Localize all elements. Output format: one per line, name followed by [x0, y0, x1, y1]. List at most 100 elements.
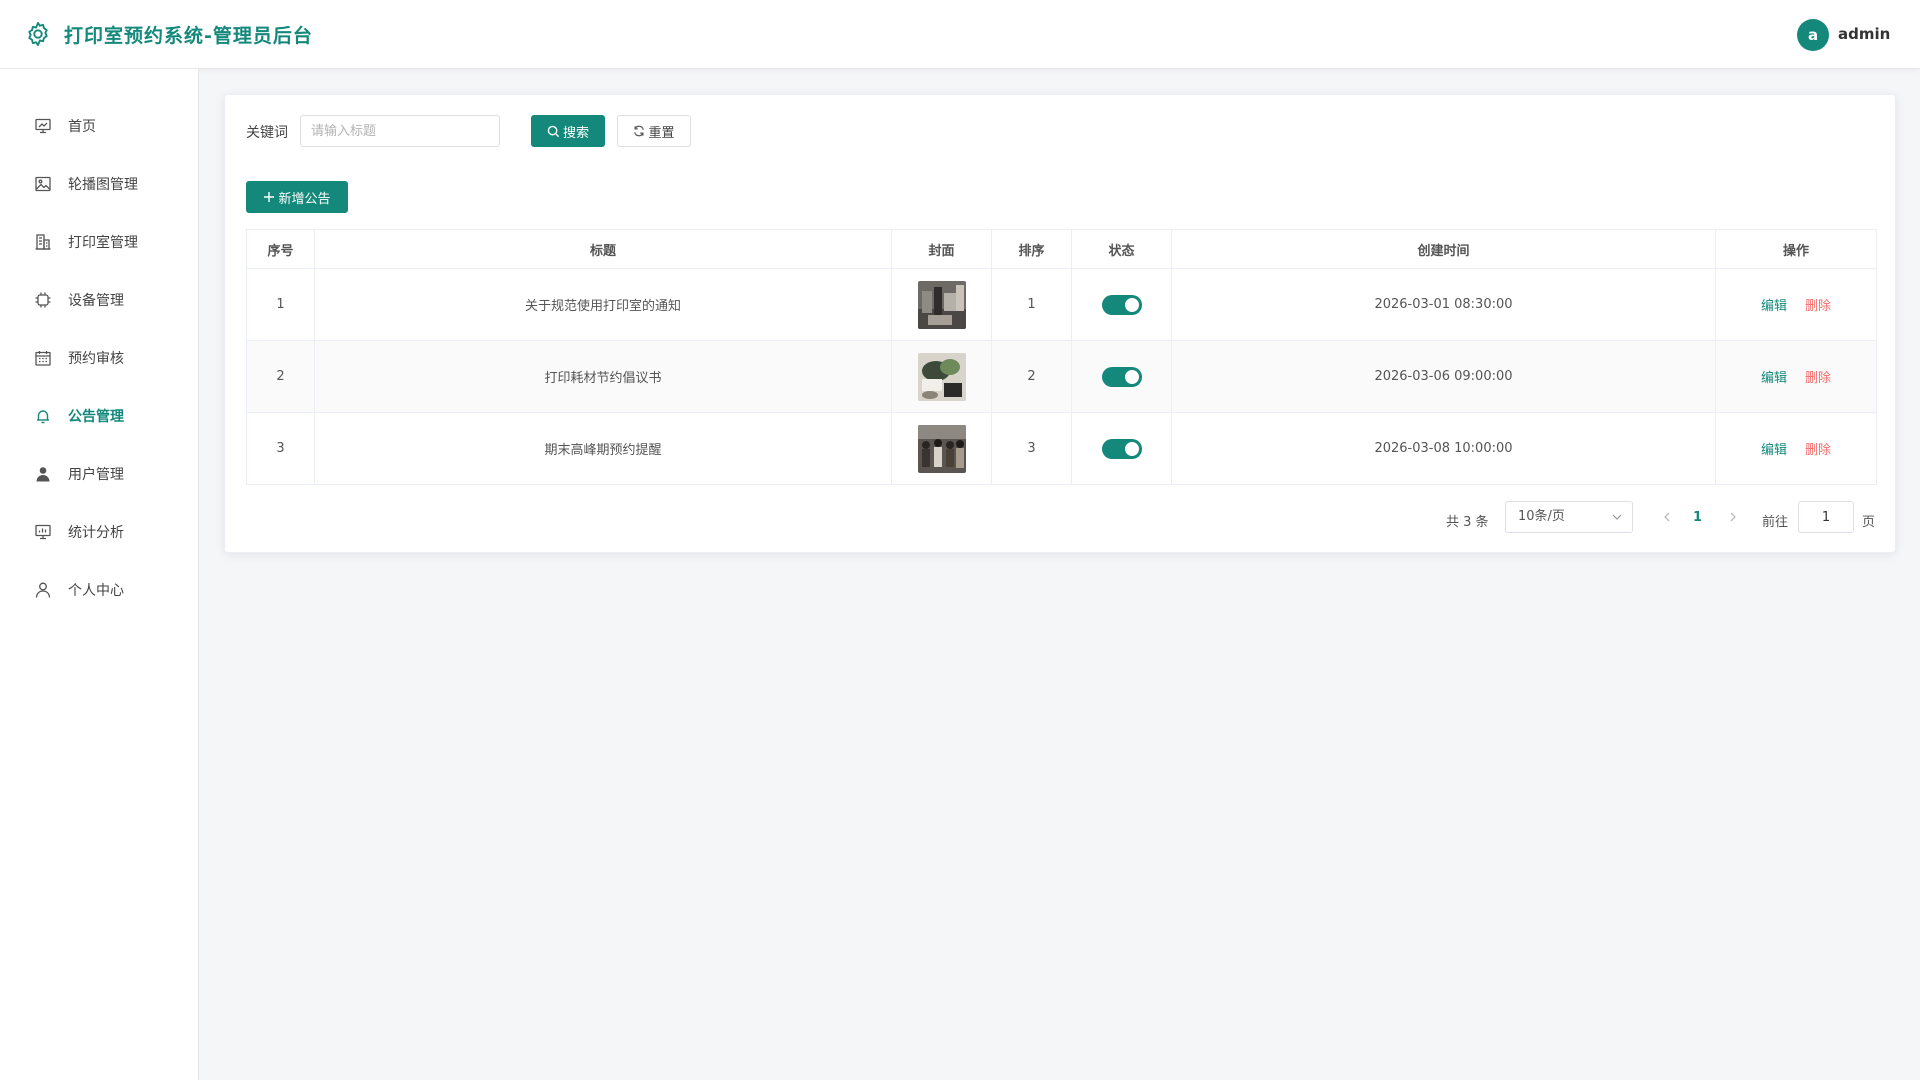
refresh-icon	[634, 125, 645, 137]
column-header-title[interactable]: 标题	[314, 229, 892, 269]
cell-cover	[891, 340, 992, 413]
edit-button[interactable]: 编辑	[1761, 443, 1787, 458]
plus-icon	[264, 192, 275, 202]
table-header-row: 序号 标题 封面 排序 状态 创建时间 操作	[246, 229, 1877, 269]
sidebar-item-print-room[interactable]: 打印室管理	[0, 213, 199, 271]
sidebar-item-label: 统计分析	[68, 525, 124, 541]
cell-status	[1071, 340, 1172, 413]
sidebar-item-home[interactable]: 首页	[0, 97, 199, 155]
column-header-index[interactable]: 序号	[246, 229, 315, 269]
chip-icon	[35, 292, 51, 308]
cell-actions: 编辑 删除	[1715, 412, 1877, 485]
cell-status	[1071, 268, 1172, 341]
delete-button[interactable]: 删除	[1805, 443, 1831, 458]
column-header-cover[interactable]: 封面	[891, 229, 992, 269]
search-icon	[547, 125, 560, 137]
bell-icon	[37, 410, 49, 424]
add-announcement-button[interactable]: 新增公告	[246, 181, 348, 213]
user-filled-icon	[36, 467, 50, 482]
sidebar-item-label: 公告管理	[68, 409, 124, 425]
chevron-left-icon[interactable]	[1659, 507, 1675, 527]
sidebar-item-label: 轮播图管理	[68, 177, 138, 193]
pagination-total: 共 3 条	[1446, 515, 1489, 530]
status-toggle[interactable]	[1101, 366, 1142, 387]
chart-board-icon	[35, 524, 51, 540]
cell-cover	[891, 268, 992, 341]
cell-title: 打印耗材节约倡议书	[314, 340, 892, 413]
reset-button-label: 重置	[648, 125, 675, 141]
column-header-status[interactable]: 状态	[1071, 229, 1172, 269]
cell-title: 期末高峰期预约提醒	[314, 412, 892, 485]
search-button[interactable]: 搜索	[531, 115, 605, 147]
reset-button[interactable]: 重置	[617, 115, 691, 147]
status-toggle[interactable]	[1101, 294, 1142, 315]
sidebar-item-label: 打印室管理	[68, 235, 138, 251]
cell-sort: 2	[991, 340, 1072, 413]
building-icon	[35, 234, 51, 250]
goto-page-input[interactable]	[1798, 501, 1854, 533]
chevron-down-icon	[1612, 514, 1622, 520]
column-header-actions[interactable]: 操作	[1715, 229, 1877, 269]
table-row: 3 期末高峰期预约提醒 3 2026-03-08 10:00:00 编辑 删除	[246, 412, 1877, 485]
cover-thumbnail[interactable]	[917, 280, 966, 329]
sidebar-item-label: 个人中心	[68, 583, 124, 599]
edit-button[interactable]: 编辑	[1761, 299, 1787, 314]
goto-label: 前往	[1762, 515, 1789, 530]
page-size-value: 10条/页	[1518, 509, 1565, 524]
edit-button[interactable]: 编辑	[1761, 371, 1787, 386]
top-header: 打印室预约系统-管理员后台 a admin	[0, 0, 1920, 69]
cell-index: 2	[246, 340, 315, 413]
column-header-created[interactable]: 创建时间	[1171, 229, 1716, 269]
cover-thumbnail[interactable]	[917, 424, 966, 473]
app-title: 打印室预约系统-管理员后台	[64, 25, 313, 47]
sidebar-item-label: 用户管理	[68, 467, 124, 483]
add-button-label: 新增公告	[278, 191, 331, 207]
cell-sort: 3	[991, 412, 1072, 485]
gear-icon	[28, 21, 48, 47]
cell-status	[1071, 412, 1172, 485]
cell-index: 1	[246, 268, 315, 341]
table-row: 1 关于规范使用打印室的通知 1 2026-03-01 08:30:00 编辑 …	[246, 268, 1877, 341]
sidebar-item-announcements[interactable]: 公告管理	[0, 387, 199, 445]
chevron-right-icon[interactable]	[1725, 507, 1741, 527]
cell-index: 3	[246, 412, 315, 485]
cell-actions: 编辑 删除	[1715, 268, 1877, 341]
column-header-sort[interactable]: 排序	[991, 229, 1072, 269]
announcement-table: 序号 标题 封面 排序 状态 创建时间 操作 1 关于规范使用打印室的通知 1 …	[246, 229, 1877, 485]
goto-suffix: 页	[1862, 515, 1876, 530]
sidebar-item-label: 预约审核	[68, 351, 124, 367]
user-outline-icon	[35, 582, 51, 598]
status-toggle[interactable]	[1101, 438, 1142, 459]
sidebar-item-profile[interactable]: 个人中心	[0, 561, 199, 619]
dashboard-icon	[35, 118, 51, 134]
sidebar-item-label: 设备管理	[68, 293, 124, 309]
sidebar-item-users[interactable]: 用户管理	[0, 445, 199, 503]
cell-cover	[891, 412, 992, 485]
delete-button[interactable]: 删除	[1805, 371, 1831, 386]
sidebar-item-carousel[interactable]: 轮播图管理	[0, 155, 199, 213]
delete-button[interactable]: 删除	[1805, 299, 1831, 314]
search-button-label: 搜索	[562, 125, 589, 141]
sidebar-item-statistics[interactable]: 统计分析	[0, 503, 199, 561]
page-size-select[interactable]: 10条/页	[1505, 501, 1633, 533]
username[interactable]: admin	[1838, 25, 1890, 43]
cell-created: 2026-03-08 10:00:00	[1171, 412, 1716, 485]
cell-sort: 1	[991, 268, 1072, 341]
cell-created: 2026-03-01 08:30:00	[1171, 268, 1716, 341]
keyword-input[interactable]	[300, 115, 500, 147]
table-row: 2 打印耗材节约倡议书 2 2026-03-06 09:00:00 编辑 删除	[246, 340, 1877, 413]
keyword-label: 关键词	[246, 125, 288, 141]
cell-title: 关于规范使用打印室的通知	[314, 268, 892, 341]
page-number-current[interactable]: 1	[1693, 510, 1702, 525]
sidebar-item-devices[interactable]: 设备管理	[0, 271, 199, 329]
sidebar: 首页 轮播图管理 打印室管理 设备管理 预约审核 公告管理 用户管理 统计分析 …	[0, 69, 199, 1080]
cell-actions: 编辑 删除	[1715, 340, 1877, 413]
image-icon	[35, 176, 51, 192]
calendar-icon	[35, 351, 51, 366]
sidebar-item-label: 首页	[68, 119, 96, 135]
announcement-panel: 关键词 搜索 重置 新增公告 序号 标题 封面 排序 状态 创建时间	[224, 94, 1896, 553]
cover-thumbnail[interactable]	[917, 352, 966, 401]
cell-created: 2026-03-06 09:00:00	[1171, 340, 1716, 413]
sidebar-item-reservation-review[interactable]: 预约审核	[0, 329, 199, 387]
avatar[interactable]: a	[1797, 19, 1829, 51]
